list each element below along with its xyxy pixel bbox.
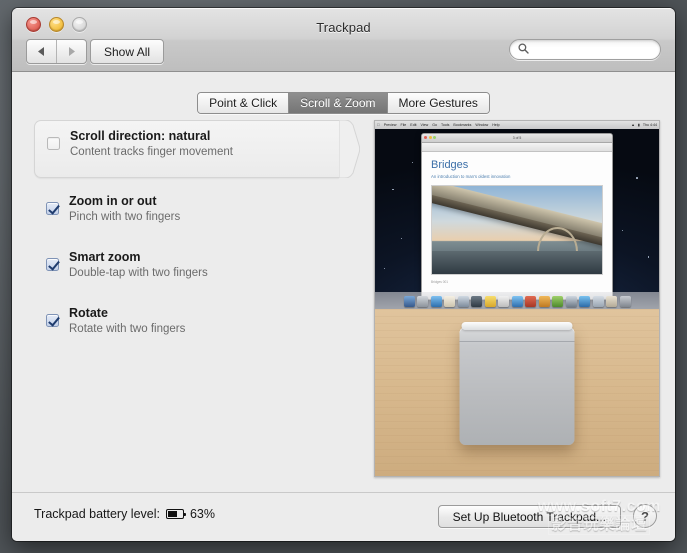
option-title: Scroll direction: natural bbox=[70, 129, 211, 143]
demo-preview-title: 3 of 5 bbox=[512, 136, 522, 140]
navigation-segmented-control[interactable] bbox=[26, 39, 87, 64]
tab-label: Point & Click bbox=[209, 96, 278, 110]
demo-doc-heading: Bridges bbox=[431, 159, 469, 171]
checkbox-holder bbox=[46, 314, 59, 327]
checkbox-holder bbox=[46, 258, 59, 271]
apple-menu-icon:  bbox=[377, 123, 380, 127]
show-all-button[interactable]: Show All bbox=[90, 39, 165, 64]
option-row-smart-zoom[interactable]: Smart zoom Double-tap with two fingers bbox=[34, 242, 352, 298]
option-subtitle: Content tracks finger movement bbox=[70, 146, 233, 158]
tab-bar: Point & Click Scroll & Zoom More Gesture… bbox=[12, 92, 675, 114]
clock-icon: Thu 4:44 bbox=[642, 123, 657, 127]
menu-window: Window bbox=[472, 123, 488, 127]
menu-preview: Preview bbox=[381, 123, 397, 127]
tab-label: Scroll & Zoom bbox=[300, 96, 376, 110]
demo-desktop-screen:  Preview File Edit View Go Tools Bookma… bbox=[375, 121, 659, 309]
demo-trackpad-photo bbox=[375, 309, 659, 476]
demo-window-controls bbox=[424, 136, 436, 140]
demo-doc-subheading: An introduction to man's oldest innovati… bbox=[431, 174, 511, 179]
option-text: Smart zoom Double-tap with two fingers bbox=[69, 242, 208, 281]
battery-icon bbox=[165, 509, 187, 519]
battery-status-icon: ▮ bbox=[637, 123, 640, 127]
menu-tools: Tools bbox=[438, 123, 449, 127]
battery-percent: 63% bbox=[189, 507, 216, 521]
option-row-zoom-in-or-out[interactable]: Zoom in or out Pinch with two fingers bbox=[34, 186, 352, 242]
demo-menubar:  Preview File Edit View Go Tools Bookma… bbox=[375, 121, 659, 129]
demo-preview-body: Bridges An introduction to man's oldest … bbox=[422, 152, 612, 284]
back-button[interactable] bbox=[27, 40, 56, 63]
option-text: Scroll direction: natural Content tracks… bbox=[70, 121, 233, 160]
question-mark-icon: ? bbox=[641, 508, 649, 524]
forward-arrow-icon bbox=[68, 47, 75, 56]
gesture-options-list: Scroll direction: natural Content tracks… bbox=[34, 120, 360, 476]
option-text: Zoom in or out Pinch with two fingers bbox=[69, 186, 180, 225]
trackpad-battery-status: Trackpad battery level: 63% bbox=[34, 507, 215, 521]
option-subtitle: Double-tap with two fingers bbox=[69, 267, 208, 279]
menu-file: File bbox=[397, 123, 407, 127]
setup-button-label: Set Up Bluetooth Trackpad... bbox=[452, 509, 606, 524]
toolbar: Show All bbox=[12, 37, 675, 67]
menu-view: View bbox=[417, 123, 429, 127]
demo-preview-window: 3 of 5 Bridges An introduction to man's … bbox=[421, 133, 613, 300]
page-title: Trackpad bbox=[316, 20, 371, 35]
demo-dock bbox=[375, 292, 659, 309]
option-row-scroll-direction[interactable]: Scroll direction: natural Content tracks… bbox=[34, 120, 360, 178]
option-text: Rotate Rotate with two fingers bbox=[69, 298, 185, 337]
checkbox-scroll-direction[interactable] bbox=[47, 137, 60, 150]
tab-scroll-and-zoom[interactable]: Scroll & Zoom bbox=[288, 93, 387, 113]
search-input[interactable] bbox=[533, 42, 652, 57]
menu-go: Go bbox=[429, 123, 437, 127]
battery-level-label: Trackpad battery level: bbox=[34, 507, 160, 521]
back-arrow-icon bbox=[38, 47, 45, 56]
bottom-bar: Trackpad battery level: 63% Set Up Bluet… bbox=[12, 492, 675, 541]
set-up-bluetooth-trackpad-button[interactable]: Set Up Bluetooth Trackpad... bbox=[437, 505, 621, 528]
checkbox-rotate[interactable] bbox=[46, 314, 59, 327]
tab-point-and-click[interactable]: Point & Click bbox=[198, 93, 289, 113]
checkbox-zoom-in-or-out[interactable] bbox=[46, 202, 59, 215]
checkbox-holder bbox=[46, 202, 59, 215]
menu-help: Help bbox=[489, 123, 499, 127]
preferences-content: Point & Click Scroll & Zoom More Gesture… bbox=[12, 72, 675, 492]
checkbox-holder bbox=[47, 137, 60, 150]
search-field[interactable] bbox=[509, 39, 661, 60]
gesture-demo-video[interactable]:  Preview File Edit View Go Tools Bookma… bbox=[374, 120, 660, 477]
trackpad-preferences-window: Trackpad Show All Point & Click Scroll &… bbox=[12, 8, 675, 541]
option-subtitle: Pinch with two fingers bbox=[69, 211, 181, 223]
tab-more-gestures[interactable]: More Gestures bbox=[386, 93, 489, 113]
checkbox-smart-zoom[interactable] bbox=[46, 258, 59, 271]
search-icon bbox=[518, 41, 529, 59]
wifi-icon: ▲ bbox=[631, 123, 635, 127]
demo-preview-titlebar: 3 of 5 bbox=[422, 134, 612, 143]
window-titlebar: Trackpad Show All bbox=[12, 8, 675, 72]
option-title: Zoom in or out bbox=[69, 194, 157, 208]
menubar-status-icons: ▲ ▮ Thu 4:44 bbox=[631, 123, 657, 127]
callout-pointer bbox=[339, 120, 360, 178]
menu-edit: Edit bbox=[407, 123, 416, 127]
demo-preview-toolbar bbox=[422, 143, 612, 152]
option-title: Rotate bbox=[69, 306, 108, 320]
show-all-label: Show All bbox=[104, 44, 151, 59]
demo-bridge-photo bbox=[431, 185, 603, 275]
menu-bookmarks: Bookmarks bbox=[450, 123, 471, 127]
option-subtitle: Rotate with two fingers bbox=[69, 323, 186, 335]
tab-label: More Gestures bbox=[398, 96, 478, 110]
magic-trackpad-device bbox=[459, 322, 575, 445]
help-button[interactable]: ? bbox=[633, 504, 657, 528]
tab-group: Point & Click Scroll & Zoom More Gesture… bbox=[197, 92, 490, 114]
option-title: Smart zoom bbox=[69, 250, 141, 264]
forward-button[interactable] bbox=[56, 40, 86, 63]
demo-doc-caption: Bridges 001 bbox=[431, 280, 449, 284]
option-row-rotate[interactable]: Rotate Rotate with two fingers bbox=[34, 298, 352, 354]
